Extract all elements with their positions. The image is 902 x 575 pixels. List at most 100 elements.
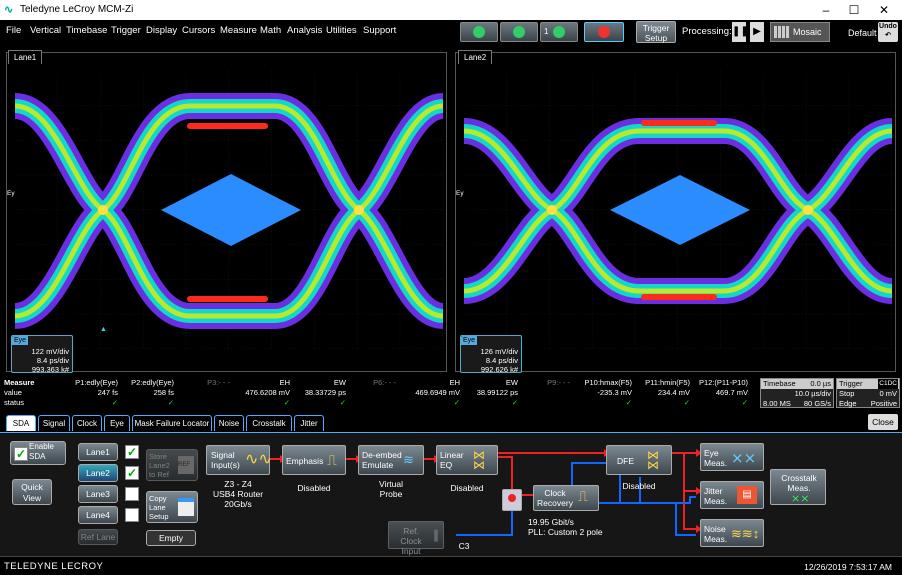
measure-p11[interactable]: P11:hmin(F5) 234.4 mV ✓ <box>634 378 690 408</box>
clock-recovery-block[interactable]: Clock Recovery ⎍ <box>533 485 599 511</box>
noise-icon: ≋≋↕ <box>731 526 760 541</box>
trigger-descriptor[interactable]: Trigger C1DC Stop 0 mV Edge Positive <box>836 378 900 408</box>
crosstalk-meas-block[interactable]: Crosstalk Meas. ⨯⨯ <box>770 469 826 505</box>
measure-p3[interactable]: P3:- - - <box>180 378 230 388</box>
empty-ref-slot[interactable]: Empty <box>146 530 196 546</box>
lane1-panel: Eye 122 mV/div 8.4 ps/div 993.363 k# Ey ▲ <box>6 52 447 374</box>
tab-mask-failure-locator[interactable]: Mask Failure Locator <box>132 415 212 431</box>
close-window-button[interactable]: ✕ <box>876 2 892 18</box>
measure-p2[interactable]: P2:edly(Eye) 258 fs ✓ <box>118 378 174 408</box>
toolbar-button-4[interactable] <box>584 22 624 42</box>
lane2-button[interactable]: Lane2 <box>78 464 118 482</box>
lane3-checkbox[interactable] <box>125 487 139 501</box>
noise-meas-block[interactable]: Noise Meas. ≋≋↕ <box>700 519 764 547</box>
toolbar-button-3[interactable]: 1 <box>540 22 578 42</box>
enable-sda-checkbox[interactable]: ✓ <box>14 447 28 461</box>
menu-utilities[interactable]: Utilities <box>326 25 357 36</box>
tab-signal[interactable]: Signal <box>38 415 70 431</box>
date-time: 12/26/2019 7:53:17 AM <box>804 562 892 572</box>
green-status-icon <box>513 26 525 38</box>
measure-eh-lane2[interactable]: EH 469.6949 mV ✓ <box>400 378 460 408</box>
clock-icon: ⎍ <box>578 488 588 504</box>
timebase-descriptor[interactable]: Timebase 0.0 µs 10.0 µs/div 8.00 MS 80 GS/… <box>760 378 834 408</box>
measure-ew-lane1[interactable]: EW 38.33729 ps ✓ <box>290 378 346 408</box>
tab-lane2[interactable]: Lane2 <box>458 50 493 64</box>
menu-trigger[interactable]: Trigger <box>111 25 141 36</box>
menu-support[interactable]: Support <box>363 25 396 36</box>
deembed-icon: ≋ <box>403 452 414 467</box>
menu-cursors[interactable]: Cursors <box>182 25 215 36</box>
waveform-icon: ∿∿ <box>245 451 272 468</box>
red-status-icon <box>598 26 610 38</box>
window-title: Teledyne LeCroy MCM-Zi <box>20 4 134 15</box>
measurement-table: Measure value status P1:edly(Eye) 247 fs ✓ P… <box>0 377 902 411</box>
menu-display[interactable]: Display <box>146 25 177 36</box>
eye-trace-descriptor[interactable]: Eye 122 mV/div 8.4 ps/div 993.363 k# <box>11 335 73 374</box>
play-button[interactable]: ▶ <box>750 22 764 42</box>
window-titlebar: ∿ Teledyne LeCroy MCM-Zi – ☐ ✕ <box>0 0 902 20</box>
green-status-icon <box>553 26 565 38</box>
ref-clock-source: C3 <box>458 541 470 551</box>
pause-button[interactable]: ❚❚ <box>732 22 749 42</box>
trigger-setup-button[interactable]: Trigger Setup <box>636 21 676 43</box>
lane3-button[interactable]: Lane3 <box>78 485 118 503</box>
undo-button[interactable]: Undo ↶ <box>878 22 898 42</box>
enable-sda-button[interactable]: ✓ Enable SDA <box>10 441 66 465</box>
copy-lane-setup-button[interactable]: Copy Lane Setup <box>146 491 198 523</box>
sda-panel: ✓ Enable SDA Quick View Lane1 Lane2 Lane… <box>0 432 902 556</box>
measure-row-labels: Measure value status <box>4 378 35 407</box>
minimize-button[interactable]: – <box>818 2 834 18</box>
clock-select-switch[interactable] <box>502 489 522 511</box>
lane2-checkbox[interactable]: ✓ <box>125 466 139 480</box>
quick-view-button[interactable]: Quick View <box>12 479 52 505</box>
tab-eye[interactable]: Eye <box>104 415 130 431</box>
menu-timebase[interactable]: Timebase <box>66 25 107 36</box>
tab-noise[interactable]: Noise <box>214 415 244 431</box>
tab-crosstalk[interactable]: Crosstalk <box>246 415 292 431</box>
menu-vertical[interactable]: Vertical <box>30 25 61 36</box>
menu-measure[interactable]: Measure <box>220 25 257 36</box>
tab-lane1[interactable]: Lane1 <box>8 50 43 64</box>
toolbar-button-1[interactable] <box>460 22 498 42</box>
tab-sda[interactable]: SDA <box>6 415 36 431</box>
emphasis-block[interactable]: Emphasis ⎍ <box>282 445 346 475</box>
menu-math[interactable]: Math <box>260 25 281 36</box>
measure-p6[interactable]: P6:- - - <box>346 378 396 388</box>
menu-file[interactable]: File <box>6 25 21 36</box>
tab-clock[interactable]: Clock <box>72 415 102 431</box>
menu-analysis[interactable]: Analysis <box>287 25 322 36</box>
signal-input-label: Z3 - Z4 USB4 Router 20Gb/s <box>212 479 264 509</box>
signal-input-block[interactable]: Signal Input(s) ∿∿ <box>206 445 272 475</box>
ref-lane-button[interactable]: Ref Lane <box>78 529 118 545</box>
linear-eq-block[interactable]: Linear EQ ⋈ ⋈ <box>436 445 498 475</box>
maximize-button[interactable]: ☐ <box>846 2 862 18</box>
measure-p1[interactable]: P1:edly(Eye) 247 fs ✓ <box>60 378 118 408</box>
toolbar-button-2[interactable] <box>500 22 538 42</box>
lane1-button[interactable]: Lane1 <box>78 443 118 461</box>
mosaic-icon <box>774 26 790 38</box>
lane4-button[interactable]: Lane4 <box>78 506 118 524</box>
eye-meas-block[interactable]: Eye Meas. ⨯⨯ <box>700 443 764 471</box>
default-button[interactable]: Default <box>848 28 877 38</box>
dfe-icon: ⋈ ⋈ <box>647 448 659 472</box>
lane1-checkbox[interactable]: ✓ <box>125 445 139 459</box>
eye-trace-descriptor[interactable]: Eye 126 mV/div 8.4 ps/div 992.626 k# <box>460 335 522 374</box>
eye-diagram-lane1 <box>15 71 443 349</box>
store-to-ref-button[interactable]: Store Lane2 to Ref REF <box>146 449 198 481</box>
deembed-block[interactable]: De-embed Emulate ≋ <box>358 445 424 475</box>
copy-icon <box>178 498 194 516</box>
dfe-block[interactable]: DFE ⋈ ⋈ <box>606 445 672 475</box>
ref-icon: REF <box>178 456 194 474</box>
measure-p12[interactable]: P12:(P11-P10) 469.7 mV ✓ <box>690 378 748 408</box>
jitter-meas-block[interactable]: Jitter Meas. ▤ <box>700 481 764 509</box>
processing-label: Processing: <box>682 26 732 37</box>
ref-clock-input-block[interactable]: Ref. Clock Input ∥ <box>388 521 444 556</box>
measure-p9[interactable]: P9:- - - <box>520 378 570 388</box>
lane4-checkbox[interactable] <box>125 508 139 522</box>
measure-p10[interactable]: P10:hmax(F5) -235.3 mV ✓ <box>570 378 632 408</box>
mosaic-button[interactable]: Mosaic <box>770 22 830 42</box>
close-dialog-button[interactable]: Close <box>868 414 898 430</box>
measure-eh-lane1[interactable]: EH 476.6208 mV ✓ <box>230 378 290 408</box>
tab-jitter[interactable]: Jitter <box>294 415 324 431</box>
measure-ew-lane2[interactable]: EW 38.99122 ps ✓ <box>460 378 518 408</box>
